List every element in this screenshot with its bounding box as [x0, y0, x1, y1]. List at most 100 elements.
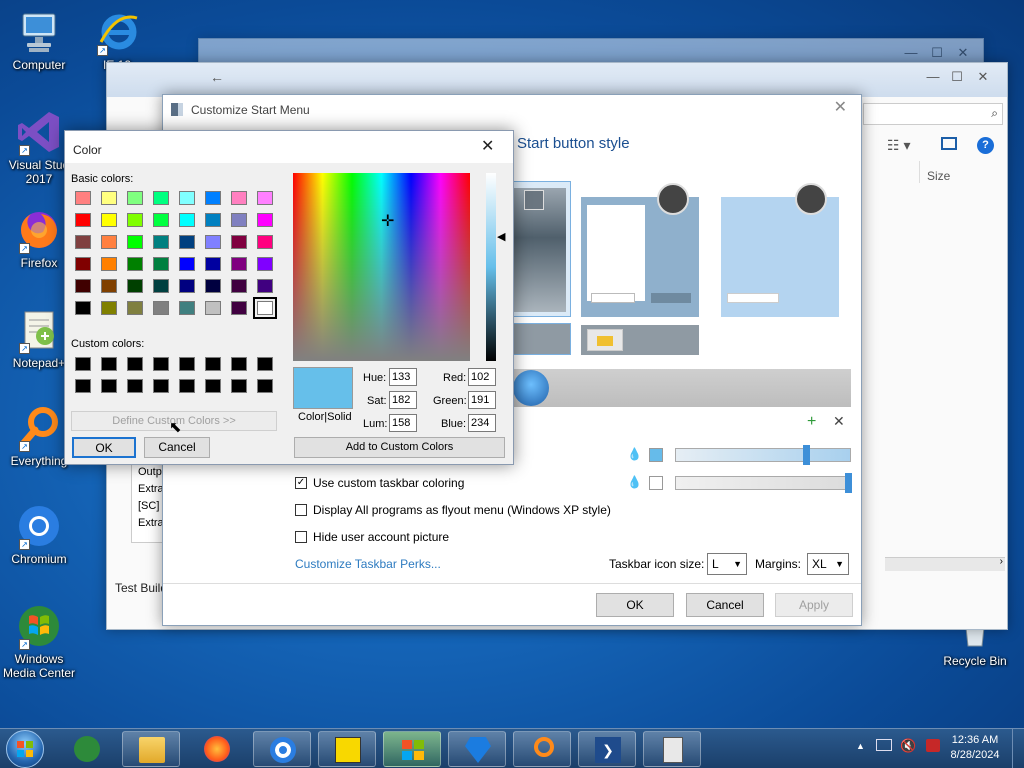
custom-color-swatch[interactable]	[127, 357, 143, 371]
basic-color-swatch[interactable]	[179, 279, 195, 293]
color-swatch[interactable]	[649, 476, 663, 490]
customize-taskbar-perks-link[interactable]: Customize Taskbar Perks...	[295, 557, 441, 571]
network-icon[interactable]	[876, 739, 892, 751]
basic-color-swatch[interactable]	[75, 257, 91, 271]
basic-colors-grid[interactable]	[75, 191, 285, 321]
custom-color-swatch[interactable]	[75, 357, 91, 371]
margins-select[interactable]: XL ▼	[807, 553, 849, 575]
sat-input[interactable]: 182	[389, 391, 417, 409]
basic-color-swatch[interactable]	[101, 301, 117, 315]
close-icon[interactable]: ✕	[481, 136, 494, 156]
add-icon[interactable]: +	[807, 413, 816, 431]
basic-color-swatch[interactable]	[153, 191, 169, 205]
basic-color-swatch[interactable]	[127, 191, 143, 205]
basic-color-swatch[interactable]	[179, 213, 195, 227]
slider-thumb[interactable]	[802, 445, 810, 465]
basic-color-swatch[interactable]	[231, 279, 247, 293]
title-bar[interactable]	[65, 131, 513, 163]
basic-color-swatch[interactable]	[231, 257, 247, 271]
basic-color-swatch[interactable]	[153, 213, 169, 227]
custom-color-swatch[interactable]	[179, 357, 195, 371]
hide-account-picture-checkbox[interactable]: Hide user account picture	[295, 529, 449, 545]
custom-color-swatch[interactable]	[153, 379, 169, 393]
close-icon[interactable]: ✕	[953, 45, 973, 61]
basic-color-swatch[interactable]	[257, 213, 273, 227]
style-preview-classic[interactable]	[581, 197, 699, 317]
taskbar-item-firefox[interactable]	[188, 731, 246, 767]
custom-color-swatch[interactable]	[231, 379, 247, 393]
cancel-button[interactable]: Cancel	[686, 593, 764, 617]
desktop-icon-media-center[interactable]: ↗ Windows Media Center	[1, 602, 77, 680]
custom-taskbar-coloring-checkbox[interactable]: ✓ Use custom taskbar coloring	[295, 475, 464, 491]
basic-color-swatch[interactable]	[205, 301, 221, 315]
basic-color-swatch[interactable]	[231, 213, 247, 227]
blue-input[interactable]: 234	[468, 414, 496, 432]
help-icon[interactable]: ?	[977, 137, 994, 154]
basic-color-swatch[interactable]	[75, 301, 91, 315]
basic-color-swatch[interactable]	[231, 301, 247, 315]
custom-color-swatch[interactable]	[205, 357, 221, 371]
icon-size-select[interactable]: L ▼	[707, 553, 747, 575]
maximize-icon[interactable]: ☐	[947, 69, 967, 85]
custom-color-swatch[interactable]	[153, 357, 169, 371]
custom-color-swatch[interactable]	[205, 379, 221, 393]
custom-color-swatch[interactable]	[127, 379, 143, 393]
color-swatch[interactable]	[649, 448, 663, 462]
custom-colors-grid[interactable]	[75, 357, 285, 397]
color-picker-dialog[interactable]: Color ✕ Basic colors: Custom colors: Def…	[64, 130, 514, 465]
taskbar-item-chromium[interactable]	[253, 731, 311, 767]
close-icon[interactable]: ✕	[973, 69, 993, 85]
custom-color-swatch[interactable]	[179, 379, 195, 393]
basic-color-swatch[interactable]	[127, 301, 143, 315]
luminance-pointer-icon[interactable]: ◀	[497, 230, 505, 243]
size-column-header[interactable]: Size	[927, 169, 950, 183]
basic-color-swatch[interactable]	[257, 235, 273, 249]
style-preview-windows7[interactable]	[721, 197, 839, 317]
ok-button[interactable]: OK	[72, 437, 136, 458]
basic-color-swatch[interactable]	[101, 235, 117, 249]
intensity-slider[interactable]	[675, 473, 852, 493]
volume-muted-icon[interactable]: 🔇	[900, 738, 916, 754]
apply-button[interactable]: Apply	[775, 593, 853, 617]
taskbar-item-sticky-notes[interactable]	[318, 731, 376, 767]
flyout-menu-checkbox[interactable]: Display All programs as flyout menu (Win…	[295, 502, 611, 518]
basic-color-swatch[interactable]	[253, 297, 277, 319]
desktop-icon-chromium[interactable]: ↗ Chromium	[1, 502, 77, 566]
custom-color-swatch[interactable]	[257, 379, 273, 393]
taskbar-item-everything[interactable]	[513, 731, 571, 767]
custom-color-swatch[interactable]	[231, 357, 247, 371]
taskbar-item-customize-start-menu[interactable]	[383, 731, 441, 767]
basic-color-swatch[interactable]	[153, 235, 169, 249]
basic-color-swatch[interactable]	[205, 235, 221, 249]
basic-color-swatch[interactable]	[231, 191, 247, 205]
basic-color-swatch[interactable]	[231, 235, 247, 249]
taskbar-item-building-app[interactable]	[643, 731, 701, 767]
basic-color-swatch[interactable]	[75, 235, 91, 249]
basic-color-swatch[interactable]	[153, 279, 169, 293]
green-input[interactable]: 191	[468, 391, 496, 409]
basic-color-swatch[interactable]	[75, 279, 91, 293]
checkbox-unchecked-icon[interactable]	[295, 504, 307, 516]
basic-color-swatch[interactable]	[127, 213, 143, 227]
color-spectrum[interactable]: ✛	[293, 173, 470, 361]
basic-color-swatch[interactable]	[101, 191, 117, 205]
button-style-preview-2[interactable]	[581, 325, 699, 355]
button-style-preview-1[interactable]	[509, 323, 571, 355]
lum-input[interactable]: 158	[389, 414, 417, 432]
slider-thumb[interactable]	[845, 473, 852, 493]
basic-color-swatch[interactable]	[179, 257, 195, 271]
basic-color-swatch[interactable]	[127, 257, 143, 271]
taskbar-item-powershell[interactable]: ❯	[578, 731, 636, 767]
horizontal-scrollbar[interactable]: ›	[885, 556, 1005, 571]
basic-color-swatch[interactable]	[257, 257, 273, 271]
basic-color-swatch[interactable]	[127, 279, 143, 293]
custom-color-swatch[interactable]	[101, 379, 117, 393]
remove-icon[interactable]: ✕	[833, 413, 845, 430]
ok-button[interactable]: OK	[596, 593, 674, 617]
basic-color-swatch[interactable]	[75, 191, 91, 205]
basic-color-swatch[interactable]	[257, 279, 273, 293]
show-hidden-icons-icon[interactable]: ▲	[856, 741, 865, 751]
custom-color-swatch[interactable]	[257, 357, 273, 371]
basic-color-swatch[interactable]	[179, 235, 195, 249]
minimize-icon[interactable]: —	[923, 69, 943, 84]
